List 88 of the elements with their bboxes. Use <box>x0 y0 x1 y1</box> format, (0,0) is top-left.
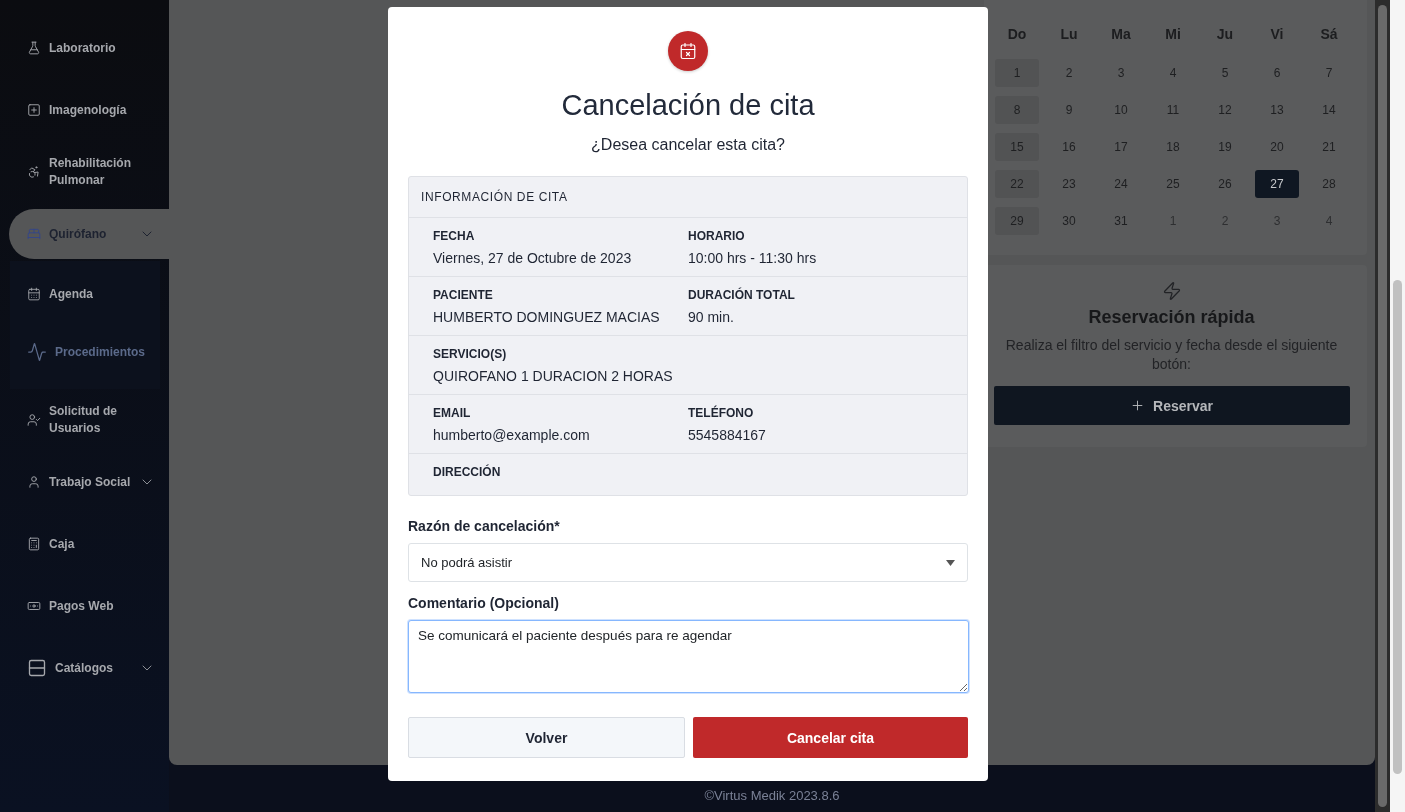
field-value: Viernes, 27 de Octubre de 2023 <box>433 250 633 266</box>
weekday-label: Sá <box>1319 25 1339 44</box>
field-value: HUMBERTO DOMINGUEZ MACIAS <box>433 309 661 325</box>
calendar-day[interactable]: 20 <box>1255 133 1299 161</box>
user-icon <box>27 475 41 489</box>
sidebar-item[interactable]: Agenda <box>10 265 160 323</box>
field-value: QUIROFANO 1 DURACION 2 HORAS <box>433 368 674 384</box>
reserve-button[interactable]: Reservar <box>993 386 1350 425</box>
calendar-day[interactable]: 30 <box>1047 207 1091 235</box>
reason-label: Razón de cancelación* <box>408 518 560 534</box>
sidebar-item[interactable]: Quirófano <box>9 209 169 259</box>
lightning-icon <box>1161 281 1182 301</box>
calendar-day[interactable]: 18 <box>1151 133 1195 161</box>
calendar-day[interactable]: 28 <box>1307 170 1351 198</box>
plus-icon <box>1130 398 1146 413</box>
sidebar-item[interactable]: Imagenología <box>0 79 169 141</box>
field-value: 10:00 hrs - 11:30 hrs <box>688 250 818 266</box>
calendar-day[interactable]: 19 <box>1203 133 1247 161</box>
calendar-day[interactable]: 6 <box>1255 59 1299 87</box>
scrollbar-thumb[interactable] <box>1378 5 1387 807</box>
comment-label: Comentario (Opcional) <box>408 595 559 611</box>
field-label: SERVICIO(S) <box>433 347 508 361</box>
dialog-subtitle: ¿Desea cancelar esta cita? <box>591 136 785 154</box>
weekday-label: Ma <box>1110 25 1132 44</box>
info-header: INFORMACIÓN DE CITA <box>409 177 967 218</box>
field-label: FECHA <box>433 229 476 243</box>
field-label: DIRECCIÓN <box>433 465 502 479</box>
calendar-day[interactable]: 16 <box>1047 133 1091 161</box>
calendar-day[interactable]: 25 <box>1151 170 1195 198</box>
footer-text: ©Virtus Medik 2023.8.6 <box>704 788 840 803</box>
calendar-day[interactable]: 4 <box>1151 59 1195 87</box>
sidebar-item[interactable]: Procedimientos <box>10 323 160 381</box>
weekday-label: Ju <box>1215 25 1235 44</box>
calendar-day[interactable]: 26 <box>1203 170 1247 198</box>
caret-icon <box>946 559 955 566</box>
sidebar-item[interactable]: Pagos Web <box>0 575 169 637</box>
calendar-day[interactable]: 7 <box>1307 59 1351 87</box>
calendar-day[interactable]: 11 <box>1151 96 1195 124</box>
calendar-day[interactable]: 3 <box>1099 59 1143 87</box>
weekday-label: Vi <box>1269 25 1285 44</box>
scrollbar-thumb[interactable] <box>1393 280 1402 774</box>
field-label: DURACIÓN TOTAL <box>688 288 796 302</box>
dialog-title: Cancelación de cita <box>561 89 815 122</box>
quick-booking-text: Realiza el filtro del servicio y fecha desde el siguiente botón: <box>1004 336 1339 374</box>
cancel-appointment-button[interactable]: Cancelar cita <box>693 717 968 758</box>
weekday-label: Do <box>1006 25 1028 44</box>
sidebar-item[interactable]: Laboratorio <box>0 17 169 79</box>
rows-icon <box>27 658 47 678</box>
calendar-day[interactable]: 14 <box>1307 96 1351 124</box>
calendar-icon <box>27 287 41 301</box>
comment-field[interactable]: Se comunicará el paciente después para re agendar <box>408 620 969 693</box>
calendar-day[interactable]: 12 <box>1203 96 1247 124</box>
calendar-day[interactable]: 13 <box>1255 96 1299 124</box>
bed-icon <box>27 227 41 241</box>
calendar-day[interactable]: 21 <box>1307 133 1351 161</box>
calculator-icon <box>27 537 41 551</box>
sidebar-item[interactable]: Catálogos <box>0 637 169 699</box>
field-label: PACIENTE <box>433 288 494 302</box>
field-label: TELÉFONO <box>688 406 755 420</box>
calendar-day[interactable]: 24 <box>1099 170 1143 198</box>
calendar-day[interactable]: 27 <box>1255 170 1299 198</box>
weekday-label: Mi <box>1164 25 1182 44</box>
back-button[interactable]: Volver <box>408 717 685 758</box>
calendar-day[interactable]: 31 <box>1099 207 1143 235</box>
calendar-day[interactable]: 10 <box>1099 96 1143 124</box>
field-value: 5545884167 <box>688 427 767 443</box>
field-label: EMAIL <box>433 406 472 420</box>
sidebar-item[interactable]: Trabajo Social <box>0 451 169 513</box>
weekday-label: Lu <box>1059 25 1079 44</box>
calendar-day[interactable]: 23 <box>1047 170 1091 198</box>
banknote-icon <box>27 599 41 613</box>
sidebar-item[interactable]: Solicitud de Usuarios <box>0 389 169 451</box>
field-label: HORARIO <box>688 229 746 243</box>
sidebar-item[interactable]: Rehabilitación Pulmonar <box>0 141 169 203</box>
user-check-icon <box>27 413 41 427</box>
calendar-x-icon <box>668 31 708 71</box>
pulse-icon <box>27 342 47 362</box>
field-value: humberto@example.com <box>433 427 591 443</box>
quick-booking-title: Reservación rápida <box>1088 307 1255 328</box>
sidebar-item[interactable]: Caja <box>0 513 169 575</box>
calendar-day[interactable]: 5 <box>1203 59 1247 87</box>
reason-select[interactable]: No podrá asistir <box>408 543 968 582</box>
accessibility-icon <box>27 165 41 179</box>
flask-icon <box>27 41 41 55</box>
plus-square-icon <box>27 103 41 117</box>
calendar-day[interactable]: 17 <box>1099 133 1143 161</box>
field-value: 90 min. <box>688 309 735 325</box>
calendar-day[interactable]: 2 <box>1047 59 1091 87</box>
